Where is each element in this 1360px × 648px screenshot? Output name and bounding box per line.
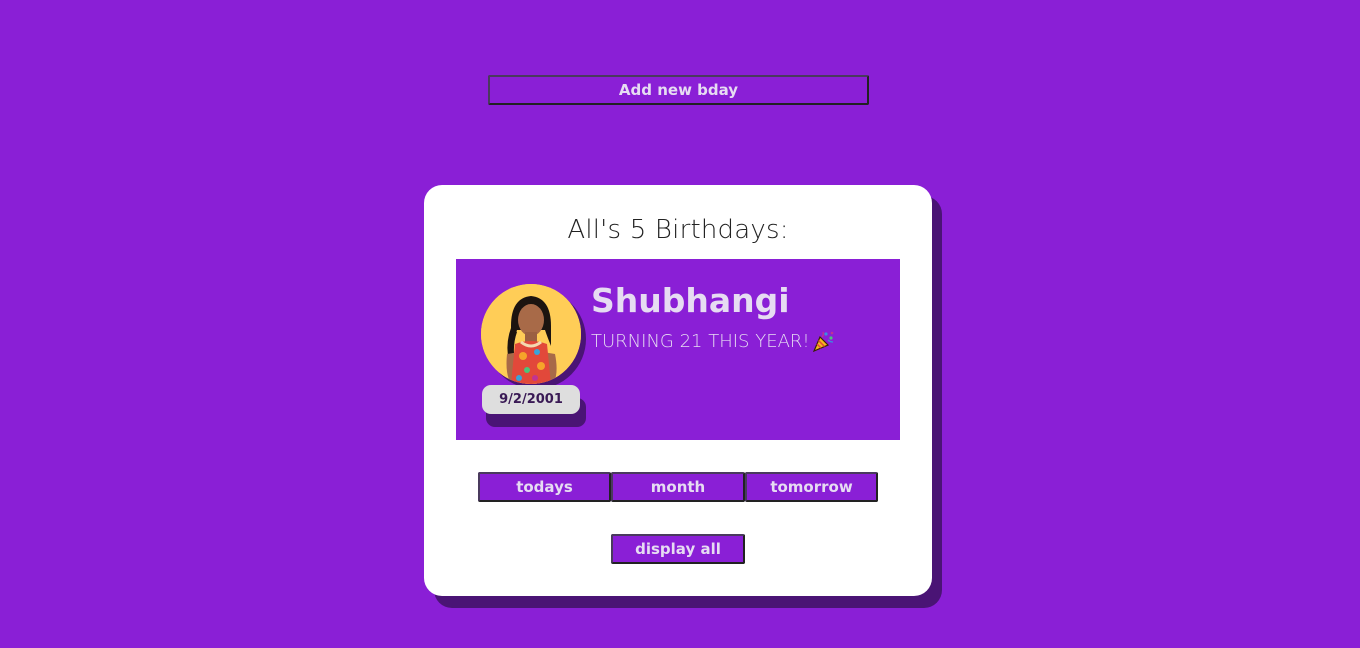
turning-age-label: TURNING 21 THIS YEAR! xyxy=(591,330,810,352)
birthday-card: All's 5 Birthdays: 9/2/2001 Shubhangi TU… xyxy=(424,185,932,596)
birth-date-badge: 9/2/2001 xyxy=(482,385,580,414)
person-photo-icon xyxy=(481,284,581,384)
tomorrow-button[interactable]: tomorrow xyxy=(745,472,878,502)
card-title: All's 5 Birthdays: xyxy=(567,215,789,245)
add-new-bday-button[interactable]: Add new bday xyxy=(488,75,869,105)
turning-age-text: TURNING 21 THIS YEAR! xyxy=(591,329,836,353)
display-all-button[interactable]: display all xyxy=(611,534,745,564)
person-name: Shubhangi xyxy=(591,281,790,320)
page: Add new bday All's 5 Birthdays: 9/2/2001… xyxy=(0,0,1360,648)
todays-button[interactable]: todays xyxy=(478,472,611,502)
month-button[interactable]: month xyxy=(611,472,745,502)
avatar xyxy=(481,284,581,384)
birthday-entry: 9/2/2001 Shubhangi TURNING 21 THIS YEAR! xyxy=(456,259,900,440)
party-popper-icon xyxy=(812,331,833,353)
